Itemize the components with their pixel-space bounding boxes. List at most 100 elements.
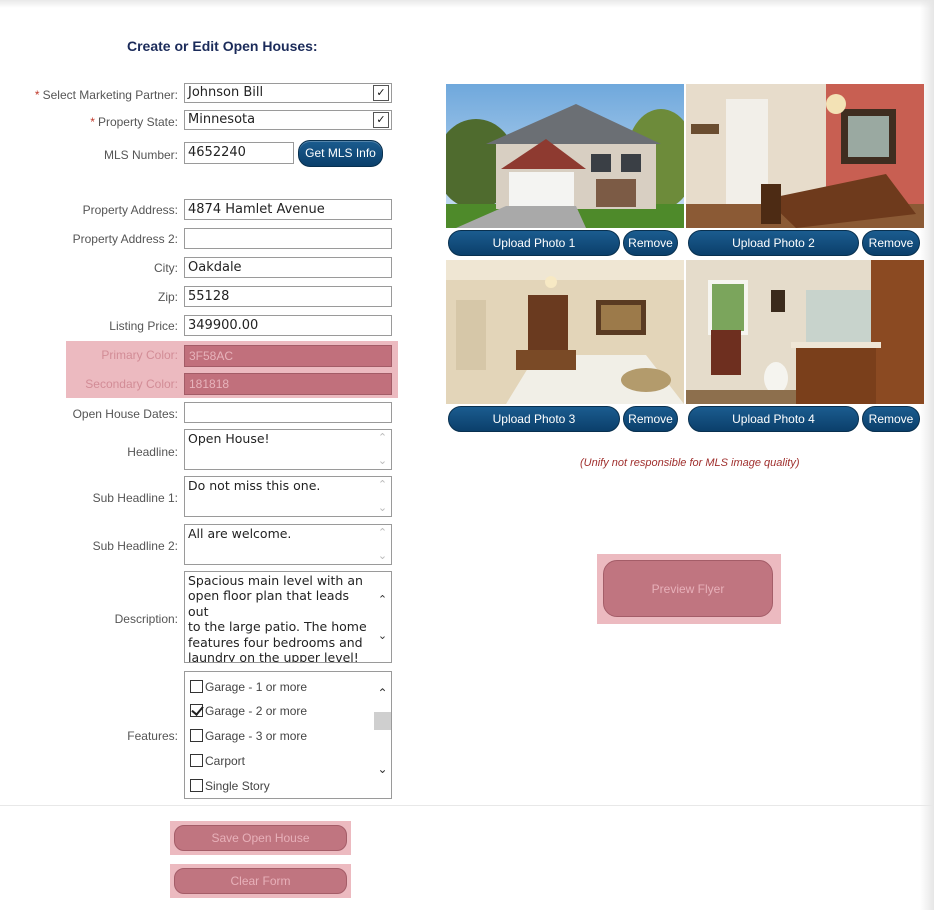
dates-label-row: Open House Dates: [0, 404, 178, 424]
required-mark: * [34, 88, 40, 102]
bedroom-image [446, 260, 684, 404]
property-state-label: * Property State: [90, 115, 178, 129]
address2-label-row: Property Address 2: [0, 229, 178, 249]
checkbox[interactable] [190, 779, 203, 792]
remove-photo-1-button[interactable]: Remove [623, 230, 678, 256]
address-label-row: Property Address: [0, 200, 178, 220]
headline-scrollbar[interactable]: ⌃ ⌄ [374, 430, 391, 469]
chevron-down-icon[interactable]: ✓ [373, 112, 389, 128]
chevron-up-icon[interactable]: ⌃ [374, 477, 391, 493]
headline-textarea[interactable]: Open House! ⌃ ⌄ [184, 429, 392, 470]
upload-photo-3-button[interactable]: Upload Photo 3 [448, 406, 620, 432]
scroll-thumb[interactable] [374, 712, 391, 730]
description-text: Spacious main level with an open floor p… [188, 573, 371, 663]
marketing-partner-select[interactable]: Johnson Bill ✓ [184, 83, 392, 103]
description-textarea[interactable]: Spacious main level with an open floor p… [184, 571, 392, 663]
feature-label: Single Story [205, 779, 270, 793]
chevron-down-icon[interactable]: ⌄ [374, 548, 391, 564]
mls-number-label-row: MLS Number: [0, 145, 178, 165]
dining-room-image [686, 84, 924, 228]
address-input[interactable]: 4874 Hamlet Avenue [184, 199, 392, 220]
features-label-row: Features: [0, 727, 178, 747]
property-state-label-text: Property State: [97, 115, 178, 129]
upload-photo-1-button[interactable]: Upload Photo 1 [448, 230, 620, 256]
chevron-down-icon[interactable]: ⌄ [374, 453, 391, 469]
feature-item[interactable]: Single Story [190, 779, 270, 797]
checkbox[interactable] [190, 754, 203, 767]
chevron-up-icon[interactable]: ⌃ [374, 525, 391, 541]
dates-label: Open House Dates: [72, 407, 178, 421]
divider [0, 805, 934, 806]
address2-input[interactable] [184, 228, 392, 249]
city-label: City: [154, 261, 178, 275]
property-state-label-row: * Property State: [0, 112, 178, 132]
checkbox[interactable] [190, 729, 203, 742]
city-input[interactable]: Oakdale [184, 257, 392, 278]
address2-label: Property Address 2: [72, 232, 178, 246]
mls-number-label: MLS Number: [103, 148, 178, 162]
description-scrollbar[interactable]: ⌃ ⌄ [374, 572, 391, 662]
subheadline1-text: Do not miss this one. [188, 478, 321, 493]
chevron-up-icon[interactable]: ⌃ [374, 430, 391, 446]
chevron-down-icon[interactable]: ⌄ [374, 500, 391, 516]
description-line: open floor plan that leads out [188, 588, 350, 619]
description-line: laundry on the upper level! [188, 650, 359, 663]
remove-photo-2-button[interactable]: Remove [862, 230, 920, 256]
save-highlight: Save Open House [170, 821, 351, 855]
mls-number-input[interactable]: 4652240 [184, 142, 294, 164]
description-line: features four bedrooms and [188, 634, 363, 650]
upload-photo-2-button[interactable]: Upload Photo 2 [688, 230, 859, 256]
photo-2 [686, 84, 924, 228]
save-open-house-button[interactable]: Save Open House [174, 825, 347, 851]
address-label: Property Address: [82, 203, 178, 217]
primary-color-input[interactable]: 3F58AC [184, 345, 392, 367]
chevron-up-icon[interactable]: ⌃ [374, 686, 391, 700]
features-label: Features: [127, 729, 178, 743]
chevron-down-icon[interactable]: ⌄ [374, 762, 391, 776]
page-title: Create or Edit Open Houses: [127, 38, 318, 54]
secondary-color-input[interactable]: 181818 [184, 373, 392, 395]
zip-input[interactable]: 55128 [184, 286, 392, 307]
subheadline2-scrollbar[interactable]: ⌃ ⌄ [374, 525, 391, 564]
marketing-partner-value: Johnson Bill [188, 85, 264, 100]
property-state-select[interactable]: Minnesota ✓ [184, 110, 392, 130]
primary-color-label: Primary Color: [101, 348, 178, 362]
feature-item[interactable]: Garage - 3 or more [190, 729, 307, 747]
preview-flyer-button[interactable]: Preview Flyer [603, 560, 773, 617]
remove-photo-3-button[interactable]: Remove [623, 406, 678, 432]
feature-label: Carport [205, 754, 246, 768]
feature-item[interactable]: Garage - 1 or more [190, 680, 307, 698]
price-input[interactable]: 349900.00 [184, 315, 392, 336]
feature-label: Garage - 2 or more [205, 704, 308, 718]
headline-label: Headline: [127, 445, 178, 459]
description-label-row: Description: [0, 610, 178, 630]
checkbox[interactable] [190, 680, 203, 693]
feature-item[interactable]: Carport [190, 754, 245, 772]
checkbox-checked[interactable] [190, 704, 203, 717]
subheadline2-text: All are welcome. [188, 526, 292, 541]
get-mls-info-button[interactable]: Get MLS Info [298, 140, 383, 167]
city-label-row: City: [0, 258, 178, 278]
chevron-down-icon[interactable]: ✓ [373, 85, 389, 101]
feature-item[interactable]: Garage - 2 or more [190, 704, 307, 722]
features-list[interactable]: Garage - 1 or more Garage - 2 or more Ga… [184, 671, 392, 799]
subheadline2-textarea[interactable]: All are welcome. ⌃ ⌄ [184, 524, 392, 565]
zip-label-row: Zip: [0, 287, 178, 307]
image-quality-disclaimer: (Unify not responsible for MLS image qua… [580, 457, 800, 469]
chevron-up-icon[interactable]: ⌃ [374, 592, 391, 608]
upload-photo-4-button[interactable]: Upload Photo 4 [688, 406, 859, 432]
chevron-down-icon[interactable]: ⌄ [374, 628, 391, 644]
primary-color-label-row: Primary Color: [0, 346, 178, 366]
subheadline1-scrollbar[interactable]: ⌃ ⌄ [374, 477, 391, 516]
clear-form-button[interactable]: Clear Form [174, 868, 347, 894]
subheadline1-textarea[interactable]: Do not miss this one. ⌃ ⌄ [184, 476, 392, 517]
description-line: to the large patio. The home [188, 619, 367, 635]
subheadline1-label-row: Sub Headline 1: [0, 489, 178, 509]
headline-text: Open House! [188, 431, 270, 446]
dates-input[interactable] [184, 402, 392, 423]
subheadline1-label: Sub Headline 1: [92, 491, 178, 505]
features-scrollbar[interactable]: ⌃ ⌄ [374, 672, 391, 798]
remove-photo-4-button[interactable]: Remove [862, 406, 920, 432]
feature-label: Garage - 3 or more [205, 729, 308, 743]
top-shadow [0, 0, 934, 8]
